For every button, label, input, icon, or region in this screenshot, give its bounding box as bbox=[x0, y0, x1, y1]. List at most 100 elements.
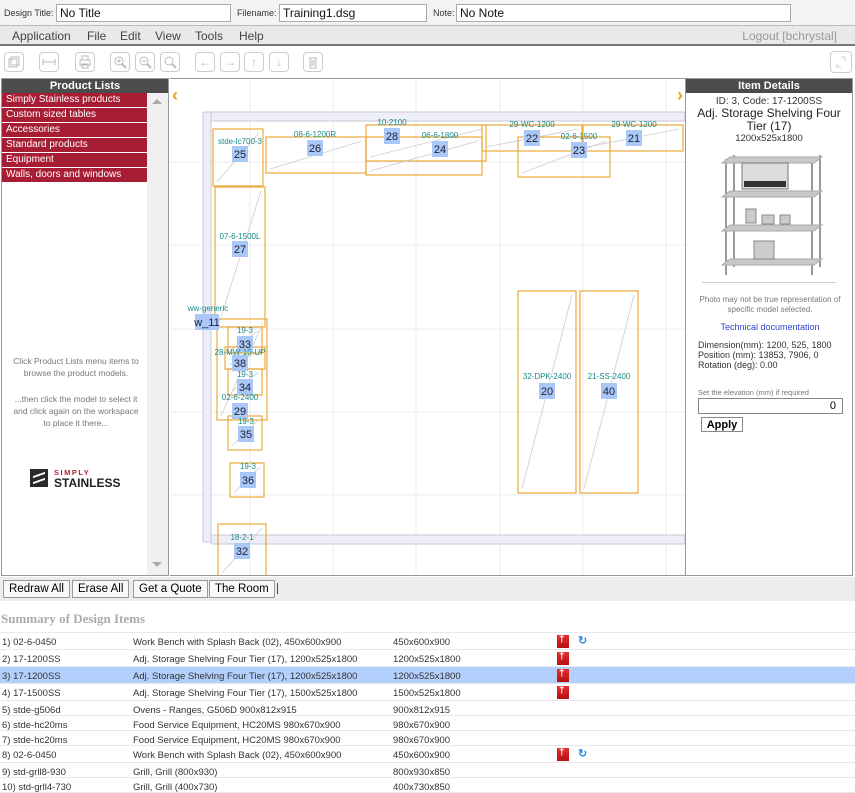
summary-row[interactable]: 5) stde-g506d Ovens - Ranges, G506D 900x8… bbox=[0, 701, 855, 716]
technical-documentation-link[interactable]: Technical documentation bbox=[686, 322, 854, 332]
design-header: Design Title: Filename: Note: bbox=[0, 0, 855, 26]
item-dims: 1200x525x1800 bbox=[735, 133, 803, 144]
menu-file[interactable]: File bbox=[87, 29, 106, 43]
logo-mark-icon bbox=[30, 469, 48, 487]
arrow-left-icon[interactable]: ← bbox=[195, 52, 215, 72]
summary-row[interactable]: 1) 02-6-0450 Work Bench with Splash Back … bbox=[0, 633, 855, 650]
trash-icon[interactable] bbox=[303, 52, 323, 72]
summary-row[interactable]: 8) 02-6-0450 Work Bench with Splash Back … bbox=[0, 746, 855, 763]
item-code: 10) std-grll4-730 bbox=[2, 782, 72, 793]
item-details-panel: Item Details ID: 3, Code: 17-1200SS Adj.… bbox=[685, 78, 853, 576]
item-code-label: 29-WC-1200 bbox=[611, 120, 657, 129]
arrow-right-icon[interactable]: → bbox=[220, 52, 240, 72]
item-details-title: Item Details bbox=[686, 79, 852, 93]
pdf-icon[interactable] bbox=[557, 747, 569, 761]
item-id-number: 21 bbox=[628, 133, 640, 145]
left-panel-scrollbar[interactable] bbox=[147, 93, 168, 575]
elevation-input[interactable] bbox=[698, 398, 843, 414]
zoom-in-icon[interactable] bbox=[110, 52, 130, 72]
item-size: 1500x525x1800 bbox=[393, 688, 461, 699]
pdf-icon[interactable] bbox=[557, 668, 569, 682]
menu-view[interactable]: View bbox=[155, 29, 181, 43]
design-workspace[interactable]: stde-lc700-3 25 08-6-1200R 26 10-2100 28 06-6-… bbox=[170, 78, 685, 576]
hint-place: ...then click the model to select it and… bbox=[13, 394, 139, 428]
sync-icon[interactable]: ↻ bbox=[578, 747, 587, 760]
summary-row[interactable]: 7) stde-hc20ms Food Service Equipment, HC… bbox=[0, 731, 855, 746]
item-description: Work Bench with Splash Back (02), 450x60… bbox=[133, 637, 342, 648]
measure-icon[interactable] bbox=[39, 52, 59, 72]
menu-bar: Application File Edit View Tools Help Lo… bbox=[0, 25, 855, 46]
workspace-drawing[interactable]: stde-lc700-3 25 08-6-1200R 26 10-2100 28 06-6-… bbox=[170, 79, 685, 576]
item-size: 1200x525x1800 bbox=[393, 671, 461, 682]
summary-row[interactable]: 10) std-grll4-730 Grill, Grill (400x730) 4… bbox=[0, 778, 855, 793]
item-code-label: 19-3 bbox=[238, 417, 255, 426]
product-list-equipment[interactable]: Equipment bbox=[2, 153, 147, 168]
item-id-number: 32 bbox=[236, 546, 248, 558]
summary-row[interactable]: 3) 17-1200SS Adj. Storage Shelving Four T… bbox=[0, 667, 855, 684]
product-list-accessories[interactable]: Accessories bbox=[2, 123, 147, 138]
item-description: Adj. Storage Shelving Four Tier (17), 12… bbox=[133, 654, 358, 665]
item-size: 980x670x900 bbox=[393, 735, 451, 746]
3d-view-icon[interactable] bbox=[4, 52, 24, 72]
item-size: 450x600x900 bbox=[393, 637, 451, 648]
item-id-number: 36 bbox=[242, 475, 254, 487]
action-separator bbox=[277, 583, 278, 594]
item-size: 1200x525x1800 bbox=[393, 654, 461, 665]
menu-tools[interactable]: Tools bbox=[195, 29, 223, 43]
arrow-up-icon[interactable]: ↑ bbox=[244, 52, 264, 72]
summary-row[interactable]: 6) stde-hc20ms Food Service Equipment, HC… bbox=[0, 716, 855, 731]
summary-row[interactable]: 9) std-grll8-930 Grill, Grill (800x930) 80… bbox=[0, 763, 855, 778]
item-code: 9) std-grll8-930 bbox=[2, 767, 66, 778]
item-size: 400x730x850 bbox=[393, 782, 451, 793]
item-code-label: 19-3 bbox=[240, 462, 257, 471]
product-list: Simply Stainless products Custom sized t… bbox=[2, 93, 147, 183]
menu-application[interactable]: Application bbox=[12, 29, 71, 43]
product-list-simply-stainless[interactable]: Simply Stainless products bbox=[2, 93, 147, 108]
print-icon[interactable] bbox=[75, 52, 95, 72]
item-code-label: 10-2100 bbox=[377, 118, 407, 127]
pdf-icon[interactable] bbox=[557, 651, 569, 665]
item-description: Adj. Storage Shelving Four Tier (17), 15… bbox=[133, 688, 358, 699]
item-diagonal bbox=[369, 140, 479, 172]
note-input[interactable] bbox=[456, 4, 791, 22]
item-code-label: 32-DPK-2400 bbox=[523, 372, 572, 381]
item-properties: Dimension(mm): 1200, 525, 1800 Position … bbox=[698, 340, 832, 370]
logout-link[interactable]: Logout [bchrystal] bbox=[742, 29, 837, 43]
item-code: 6) stde-hc20ms bbox=[2, 720, 68, 731]
product-list-standard[interactable]: Standard products bbox=[2, 138, 147, 153]
apply-button[interactable]: Apply bbox=[701, 417, 743, 432]
the-room-button[interactable]: The Room bbox=[209, 580, 275, 598]
photo-disclaimer: Photo may not be true representation of … bbox=[699, 295, 841, 314]
canvas-prev-arrow[interactable]: ‹ bbox=[172, 85, 178, 106]
scroll-down-icon[interactable] bbox=[152, 562, 162, 567]
erase-all-button[interactable]: Erase All bbox=[72, 580, 130, 598]
menu-edit[interactable]: Edit bbox=[120, 29, 141, 43]
item-id-number: 28 bbox=[386, 131, 398, 143]
item-description: Food Service Equipment, HC20MS 980x670x9… bbox=[133, 735, 341, 746]
item-code-label: stde-lc700-3 bbox=[218, 137, 263, 146]
item-position: Position (mm): 13853, 7906, 0 bbox=[698, 350, 819, 360]
design-title-input[interactable] bbox=[56, 4, 231, 22]
zoom-reset-icon[interactable] bbox=[160, 52, 180, 72]
product-list-custom-tables[interactable]: Custom sized tables bbox=[2, 108, 147, 123]
summary-row[interactable]: 4) 17-1500SS Adj. Storage Shelving Four T… bbox=[0, 684, 855, 701]
product-photo bbox=[702, 149, 836, 283]
get-quote-button[interactable]: Get a Quote bbox=[133, 580, 208, 598]
pdf-icon[interactable] bbox=[557, 634, 569, 648]
arrow-down-icon[interactable]: ↓ bbox=[269, 52, 289, 72]
item-code-label: 29-WC-1200 bbox=[509, 120, 555, 129]
scroll-up-icon[interactable] bbox=[152, 99, 162, 104]
sync-icon[interactable]: ↻ bbox=[578, 634, 587, 647]
summary-row[interactable]: 2) 17-1200SS Adj. Storage Shelving Four T… bbox=[0, 650, 855, 667]
item-code-label: 02-6-2400 bbox=[222, 393, 259, 402]
filename-input[interactable] bbox=[279, 4, 427, 22]
product-list-walls-doors[interactable]: Walls, doors and windows bbox=[2, 168, 147, 183]
pdf-icon[interactable] bbox=[557, 685, 569, 699]
fullscreen-icon[interactable] bbox=[830, 51, 852, 73]
item-id-number: 26 bbox=[309, 143, 321, 155]
zoom-out-icon[interactable] bbox=[135, 52, 155, 72]
menu-help[interactable]: Help bbox=[239, 29, 264, 43]
redraw-all-button[interactable]: Redraw All bbox=[3, 580, 70, 598]
canvas-next-arrow[interactable]: › bbox=[677, 85, 683, 106]
product-lists-panel: Product Lists Simply Stainless products … bbox=[1, 78, 169, 576]
